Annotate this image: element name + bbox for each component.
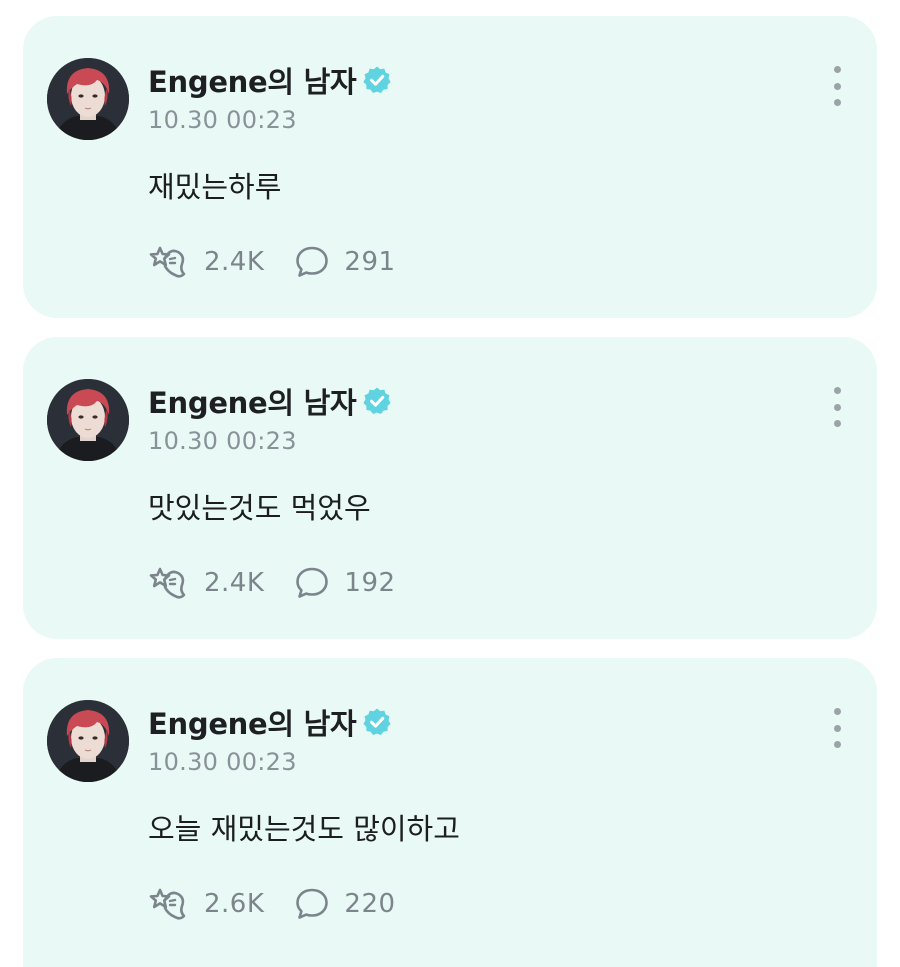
more-options-button[interactable] [825, 387, 849, 427]
avatar[interactable] [47, 379, 129, 461]
more-options-button[interactable] [825, 708, 849, 748]
verified-badge-icon [362, 386, 392, 416]
avatar[interactable] [47, 700, 129, 782]
like-count: 2.6K [204, 889, 265, 919]
star-hand-like-icon [148, 244, 190, 280]
post-card[interactable]: Engene의 남자 10.30 00:23 맛있는것도 먹었우 2.4K 19… [23, 337, 877, 639]
more-vertical-icon [833, 708, 841, 715]
speech-bubble-icon [294, 244, 330, 280]
comment-button[interactable]: 291 [294, 244, 395, 280]
author-row: Engene의 남자 [148, 381, 392, 421]
speech-bubble-icon [294, 565, 330, 601]
speech-bubble-icon [294, 886, 330, 922]
star-hand-like-icon [148, 886, 190, 922]
post-text: 맛있는것도 먹었우 [148, 491, 371, 525]
like-button[interactable]: 2.6K [148, 886, 264, 922]
avatar[interactable] [47, 58, 129, 140]
like-button[interactable]: 2.4K [148, 565, 264, 601]
post-actions: 2.4K 291 [148, 242, 396, 282]
post-card[interactable]: Engene의 남자 10.30 00:23 재밌는하루 2.4K 291 [23, 16, 877, 318]
post-timestamp: 10.30 00:23 [148, 748, 297, 776]
post-card[interactable]: Engene의 남자 10.30 00:23 오늘 재밌는것도 많이하고 2.6… [23, 658, 877, 967]
post-actions: 2.4K 192 [148, 563, 396, 603]
like-count: 2.4K [204, 568, 265, 598]
post-timestamp: 10.30 00:23 [148, 427, 297, 455]
post-timestamp: 10.30 00:23 [148, 106, 297, 134]
more-vertical-icon [833, 66, 841, 73]
author-name[interactable]: Engene의 남자 [148, 59, 357, 101]
post-text: 오늘 재밌는것도 많이하고 [148, 812, 460, 846]
author-name[interactable]: Engene의 남자 [148, 701, 357, 743]
like-button[interactable]: 2.4K [148, 244, 264, 280]
comment-count: 291 [344, 247, 396, 277]
comment-count: 192 [344, 568, 396, 598]
more-options-button[interactable] [825, 66, 849, 106]
author-row: Engene의 남자 [148, 60, 392, 100]
comment-button[interactable]: 220 [294, 886, 395, 922]
verified-badge-icon [362, 65, 392, 95]
verified-badge-icon [362, 707, 392, 737]
star-hand-like-icon [148, 565, 190, 601]
author-row: Engene의 남자 [148, 702, 392, 742]
author-name[interactable]: Engene의 남자 [148, 380, 357, 422]
post-feed: Engene의 남자 10.30 00:23 재밌는하루 2.4K 291 En… [0, 0, 900, 967]
comment-button[interactable]: 192 [294, 565, 395, 601]
comment-count: 220 [344, 889, 396, 919]
like-count: 2.4K [204, 247, 265, 277]
more-vertical-icon [833, 387, 841, 394]
post-actions: 2.6K 220 [148, 884, 396, 924]
post-text: 재밌는하루 [148, 170, 282, 204]
